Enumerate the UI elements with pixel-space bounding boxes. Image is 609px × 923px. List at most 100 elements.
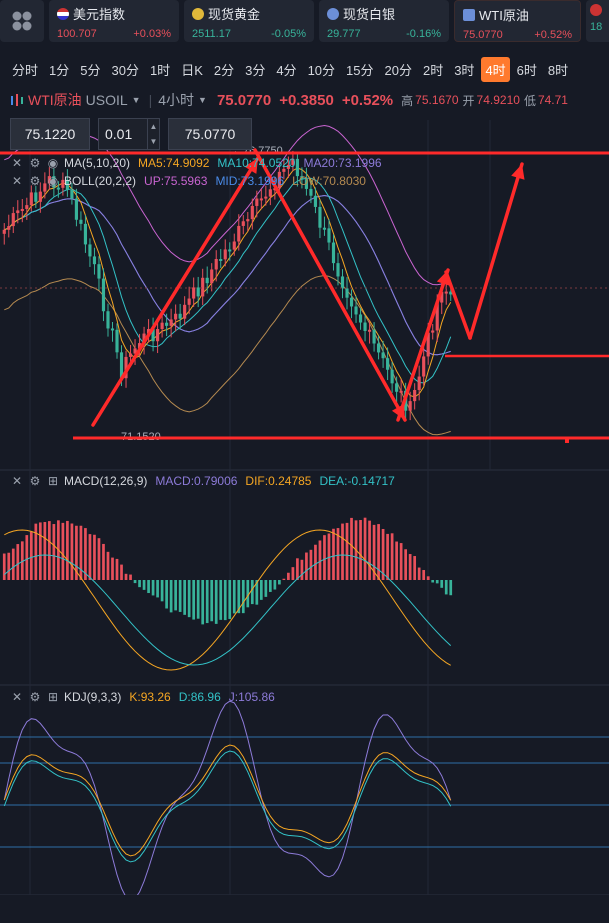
symbol-bar: WTI原油 USOIL ▼ | 4小时 ▼ 75.0770 +0.3850 +0… <box>0 88 609 112</box>
macd-bar <box>273 580 277 590</box>
quote-change: -0.16% <box>406 28 441 40</box>
quote-price: 2511.17 <box>192 28 231 40</box>
candle-body <box>92 256 97 265</box>
timeframe-16[interactable]: 8时 <box>544 57 572 82</box>
timeframe-15[interactable]: 6时 <box>513 57 541 82</box>
timeframe-6[interactable]: 2分 <box>210 57 238 82</box>
quantity-input[interactable]: 0.01 ▲ ▼ <box>98 118 160 150</box>
timeframe-5[interactable]: 日K <box>177 57 207 82</box>
macd-bar <box>93 534 96 580</box>
j-value: J:105.86 <box>228 690 275 704</box>
settings-icon[interactable]: ⚙ <box>28 156 42 170</box>
d-value: D:86.96 <box>178 690 221 704</box>
increment-icon[interactable]: ▲ <box>150 122 158 131</box>
timeframe-14[interactable]: 4时 <box>481 56 510 82</box>
macd-bar <box>16 544 20 580</box>
quote-price: 18 <box>590 21 603 33</box>
candle-body <box>313 195 318 207</box>
close-icon[interactable]: ✕ <box>10 174 24 188</box>
candle-body <box>178 313 182 319</box>
candle-body <box>417 376 421 390</box>
quantity-stepper[interactable]: ▲ ▼ <box>147 119 159 149</box>
macd-bar <box>422 570 426 580</box>
timeframe-9[interactable]: 10分 <box>304 57 339 82</box>
quote-tab-gold[interactable]: 现货黄金 2511.17 -0.05% <box>184 0 314 42</box>
indicator-list-icon[interactable] <box>10 93 24 107</box>
macd-bar <box>165 580 168 609</box>
candle-body <box>16 210 20 214</box>
period-selector[interactable]: 4小时 <box>158 90 194 110</box>
timeframe-0[interactable]: 分时 <box>8 57 42 82</box>
symbol-code[interactable]: USOIL <box>86 92 128 108</box>
candle-body <box>196 287 200 297</box>
macd-bar <box>29 531 33 580</box>
candle-body <box>250 205 254 220</box>
macd-bar <box>305 552 308 580</box>
timeframe-10[interactable]: 15分 <box>342 57 377 82</box>
macd-bar <box>314 544 317 580</box>
candle-body <box>422 356 426 377</box>
macd-bar <box>142 580 146 590</box>
expand-icon[interactable]: ⊞ <box>46 474 60 488</box>
macd-bar <box>332 528 335 580</box>
timeframe-1[interactable]: 1分 <box>45 57 73 82</box>
macd-bar <box>25 535 29 580</box>
timeframe-11[interactable]: 20分 <box>381 57 416 82</box>
macd-bar <box>174 580 177 611</box>
candle-body <box>354 306 358 315</box>
macd-bar <box>386 533 389 580</box>
candle-body <box>237 225 241 242</box>
candle-body <box>246 219 250 222</box>
eye-icon[interactable]: ◉ <box>46 174 60 188</box>
macd-bar <box>318 540 322 580</box>
expand-icon[interactable]: ⊞ <box>46 690 60 704</box>
close-icon[interactable]: ✕ <box>10 690 24 704</box>
close-icon[interactable]: ✕ <box>10 474 24 488</box>
gold-coin-icon <box>192 7 204 20</box>
period-dropdown-icon[interactable]: ▼ <box>198 95 207 105</box>
grid-menu-button[interactable] <box>0 0 44 42</box>
macd-bar <box>66 520 69 580</box>
last-price: 75.0770 <box>216 91 272 109</box>
timeframe-2[interactable]: 5分 <box>76 57 104 82</box>
macd-bar <box>259 580 263 600</box>
quote-tab-silver[interactable]: 现货白银 29.777 -0.16% <box>319 0 449 42</box>
ma-legend: ✕ ⚙ ◉ MA(5,10,20) MA5:74.9092 MA10:74.05… <box>10 155 382 171</box>
macd-bar <box>399 543 403 580</box>
buy-price-button[interactable]: 75.0770 <box>168 118 252 150</box>
timeframe-12[interactable]: 2时 <box>419 57 447 82</box>
eye-icon[interactable]: ◉ <box>46 156 60 170</box>
macd-bar <box>192 580 196 620</box>
quote-tab-wti[interactable]: WTI原油 75.0770 +0.52% <box>454 0 581 42</box>
sell-price-button[interactable]: 75.1220 <box>10 118 90 150</box>
macd-bar <box>70 523 74 580</box>
decrement-icon[interactable]: ▼ <box>150 137 158 146</box>
candle-body <box>2 229 6 234</box>
low-value: 74.71 <box>537 93 568 107</box>
settings-icon[interactable]: ⚙ <box>28 474 42 488</box>
dea-value: DEA:-0.14717 <box>319 474 395 488</box>
macd-value: MACD:0.79006 <box>155 474 238 488</box>
timeframe-8[interactable]: 4分 <box>272 57 300 82</box>
settings-icon[interactable]: ⚙ <box>28 690 42 704</box>
quote-tab-more[interactable]: 18 <box>586 0 609 42</box>
candle-body <box>336 263 340 277</box>
macd-bar <box>201 580 205 625</box>
timeframe-3[interactable]: 30分 <box>107 57 142 82</box>
macd-bar <box>300 559 304 580</box>
timeframe-4[interactable]: 1时 <box>146 57 174 82</box>
close-icon[interactable]: ✕ <box>10 156 24 170</box>
macd-bar <box>377 524 380 580</box>
timeframe-13[interactable]: 3时 <box>450 57 478 82</box>
candle-body <box>395 383 399 392</box>
chart-canvas[interactable]: ←76.7750←71.152007-31 06:0008-12 22:0008… <box>0 120 609 895</box>
macd-bar <box>7 552 11 580</box>
candle-body <box>223 249 227 260</box>
candle-body <box>413 389 417 402</box>
macd-bar <box>115 558 119 580</box>
timeframe-7[interactable]: 3分 <box>241 57 269 82</box>
quote-tab-dxy[interactable]: 美元指数 100.707 +0.03% <box>49 0 179 42</box>
settings-icon[interactable]: ⚙ <box>28 174 42 188</box>
symbol-name[interactable]: WTI原油 <box>28 90 82 110</box>
symbol-dropdown-icon[interactable]: ▼ <box>132 95 141 105</box>
